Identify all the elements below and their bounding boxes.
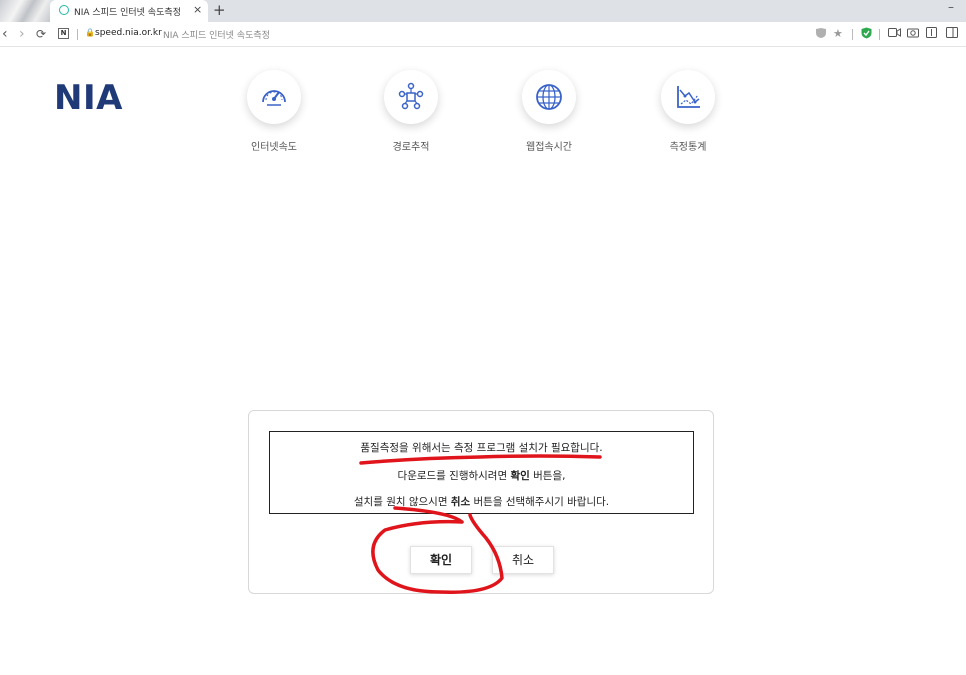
back-arrow-icon[interactable]: ‹ [2, 25, 8, 43]
site-info-icon[interactable]: N [58, 28, 69, 39]
message-text: 설치를 원치 않으시면 [353, 496, 451, 508]
message-line-1: 품질측정을 위해서는 측정 프로그램 설치가 필요합니다. [360, 442, 603, 454]
menu-circle[interactable] [522, 70, 576, 124]
new-tab-button[interactable]: + [213, 1, 226, 19]
reload-icon[interactable]: ⟳ [36, 25, 46, 43]
sidebar-icon[interactable] [946, 27, 958, 42]
window-minimize-button[interactable]: – [948, 0, 954, 14]
page-title-label: NIA 스피드 인터넷 속도측정 [163, 31, 270, 41]
menu-item-route-trace[interactable]: 경로추적 [351, 70, 471, 153]
separator [852, 29, 853, 40]
separator [879, 29, 880, 40]
confirm-button[interactable]: 확인 [410, 546, 472, 574]
message-bold-text: 확인 [510, 470, 530, 482]
protection-shield-icon[interactable] [861, 27, 872, 43]
tab-title: NIA 스피드 인터넷 속도측정 [74, 8, 181, 18]
browser-tab-bar: NIA 스피드 인터넷 속도측정 × + – [0, 0, 966, 22]
camera-icon[interactable] [907, 27, 919, 42]
statistics-icon [677, 86, 700, 108]
url-text[interactable]: speed.nia.or.kr [95, 28, 162, 38]
menu-item-internet-speed[interactable]: 인터넷속도 [214, 70, 334, 153]
globe-icon [536, 84, 562, 110]
menu-item-web-access-time[interactable]: 웹접속시간 [489, 70, 609, 153]
star-icon[interactable]: ★ [833, 27, 843, 41]
speedometer-icon [262, 90, 286, 106]
menu-circle[interactable] [247, 70, 301, 124]
message-bold-text: 취소 [450, 496, 471, 508]
nia-logo[interactable]: NIA [54, 78, 123, 118]
menu-circle[interactable] [384, 70, 438, 124]
message-text: 버튼을 선택해주시기 바랍니다. [470, 496, 610, 508]
message-line-3: 설치를 원치 않으시면 취소 버튼을 선택해주시기 바랍니다. [270, 494, 693, 509]
video-icon[interactable] [888, 27, 901, 42]
message-line-2: 다운로드를 진행하시려면 확인 버튼을, [270, 468, 693, 483]
menu-label: 측정통계 [669, 142, 707, 153]
install-prompt-dialog: 품질측정을 위해서는 측정 프로그램 설치가 필요합니다. 다운로드를 진행하시… [248, 410, 714, 594]
address-bar: ‹ › ⟳ N 🔒 speed.nia.or.kr NIA 스피드 인터넷 속도… [0, 22, 966, 47]
lock-icon[interactable]: 🔒 [85, 28, 95, 37]
tab-close-icon[interactable]: × [193, 3, 202, 17]
shield-icon[interactable] [815, 27, 827, 43]
menu-item-statistics[interactable]: 측정통계 [628, 70, 748, 153]
cancel-button[interactable]: 취소 [492, 546, 554, 574]
menu-label: 인터넷속도 [251, 142, 297, 153]
message-box: 품질측정을 위해서는 측정 프로그램 설치가 필요합니다. 다운로드를 진행하시… [269, 431, 694, 514]
menu-label: 웹접속시간 [526, 142, 572, 153]
reader-icon[interactable] [926, 27, 937, 42]
separator [77, 29, 78, 40]
tab-favicon-icon [59, 5, 69, 15]
menu-circle[interactable] [661, 70, 715, 124]
browser-tab-active[interactable]: NIA 스피드 인터넷 속도측정 × [50, 0, 208, 22]
message-text: 버튼을, [529, 470, 566, 482]
message-text: 다운로드를 진행하시려면 [397, 470, 511, 482]
tab-bar-decoration [0, 0, 50, 22]
route-trace-icon [398, 82, 424, 110]
menu-label: 경로추적 [392, 142, 430, 153]
forward-arrow-icon[interactable]: › [19, 25, 25, 43]
